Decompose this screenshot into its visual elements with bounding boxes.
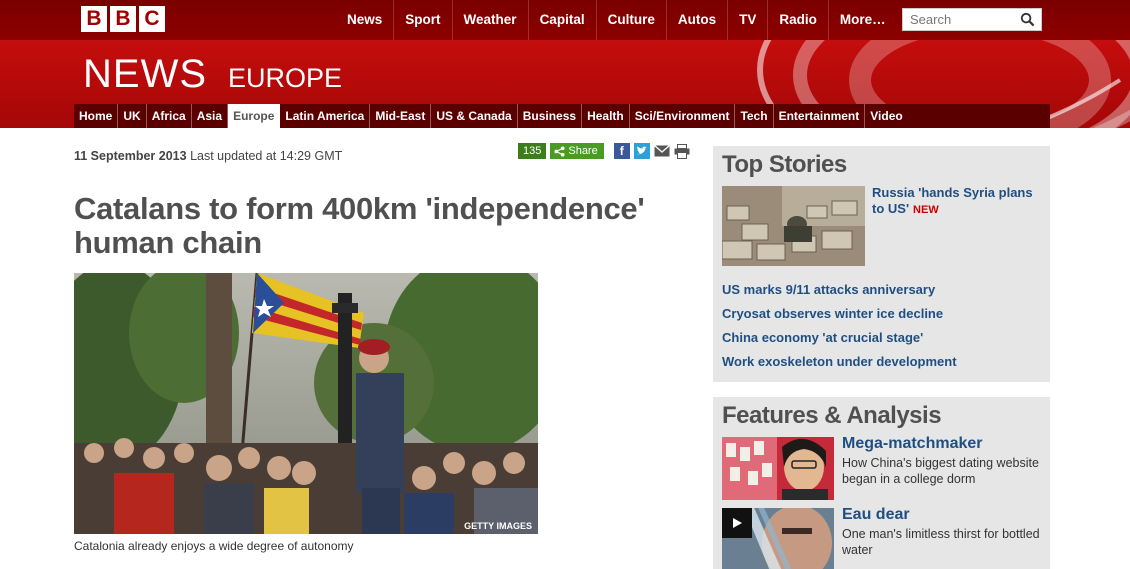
section-sci-environment[interactable]: Sci/Environment [630,104,736,128]
global-nav-culture[interactable]: Culture [595,0,666,40]
global-nav-autos[interactable]: Autos [665,0,727,40]
feature-thumbnail[interactable] [722,508,834,569]
twitter-icon[interactable] [633,143,650,159]
news-wordmark[interactable]: NEWS [83,52,207,97]
features-panel: Features & Analysis Mega-matchmaker How … [713,397,1050,569]
global-header: B B C News Sport Weather Capital Culture… [0,0,1130,40]
section-health[interactable]: Health [582,104,630,128]
email-icon[interactable] [653,143,670,159]
section-latin-america[interactable]: Latin America [280,104,371,128]
section-uk[interactable]: UK [118,104,147,128]
facebook-icon[interactable]: f [613,143,630,159]
bbc-logo[interactable]: B B C [81,6,165,32]
article-date: 11 September 2013 [74,149,187,163]
section-africa[interactable]: Africa [147,104,192,128]
section-video[interactable]: Video [865,104,907,128]
search-box [902,8,1042,31]
syria-ruins-photo [722,186,865,266]
new-badge: NEW [913,204,939,216]
share-label: Share [568,145,598,157]
top-story-lead-link[interactable]: Russia 'hands Syria plans to US' [872,185,1033,216]
logo-letter: C [139,6,165,32]
article-meta: 11 September 2013 Last updated at 14:29 … [74,149,342,163]
global-nav-more[interactable]: More… [827,0,897,40]
top-story-lead[interactable]: Russia 'hands Syria plans to US' NEW [872,185,1042,218]
region-title: EUROPE [228,63,343,93]
logo-letter: B [110,6,136,32]
feature-thumbnail[interactable] [722,437,834,500]
section-europe[interactable]: Europe [228,104,281,128]
top-stories-heading: Top Stories [722,151,847,178]
print-icon[interactable] [674,143,690,159]
feature-item[interactable]: Eau dear One man's limitless thirst for … [722,506,1042,569]
top-story-link[interactable]: China economy 'at crucial stage' [722,329,957,353]
image-credit: GETTY IMAGES [464,521,532,531]
top-story-link[interactable]: Cryosat observes winter ice decline [722,305,957,329]
global-nav-sport[interactable]: Sport [393,0,451,40]
search-icon[interactable] [1020,12,1035,27]
section-mid-east[interactable]: Mid-East [370,104,432,128]
section-asia[interactable]: Asia [192,104,229,128]
share-button[interactable]: Share [550,143,604,159]
section-us-canada[interactable]: US & Canada [431,104,518,128]
global-nav: News Sport Weather Capital Culture Autos… [336,0,897,40]
search-input[interactable] [903,9,1015,30]
section-nav: Home UK Africa Asia Europe Latin America… [74,104,1050,128]
photo-caption: Catalonia already enjoys a wide degree o… [74,539,354,553]
share-tools: 135 Share f [518,143,690,159]
play-icon [733,518,742,528]
logo-letter: B [81,6,107,32]
section-entertainment[interactable]: Entertainment [774,104,866,128]
feature-item[interactable]: Mega-matchmaker How China's biggest dati… [722,435,1042,500]
section-home[interactable]: Home [74,104,119,128]
global-nav-weather[interactable]: Weather [451,0,528,40]
article-updated: Last updated at 14:29 GMT [190,149,343,163]
top-stories-list: US marks 9/11 attacks anniversary Cryosa… [722,281,957,377]
feature-title[interactable]: Eau dear [842,506,1042,524]
play-video-button[interactable] [722,508,752,538]
top-story-thumbnail[interactable] [722,186,865,266]
global-nav-radio[interactable]: Radio [767,0,828,40]
top-stories-panel: Top Stories Russia 'hands Syria plans to… [713,146,1050,382]
article-photo: GETTY IMAGES [74,273,538,534]
top-story-link[interactable]: US marks 9/11 attacks anniversary [722,281,957,305]
feature-description: One man's limitless thirst for bottled w… [842,527,1040,557]
feature-text: Mega-matchmaker How China's biggest dati… [842,435,1042,500]
section-tech[interactable]: Tech [735,104,774,128]
global-nav-tv[interactable]: TV [727,0,767,40]
share-icon [554,145,565,157]
feature-description: How China's biggest dating website began… [842,456,1039,486]
top-story-link[interactable]: Work exoskeleton under development [722,353,957,377]
global-nav-news[interactable]: News [336,0,393,40]
article-headline: Catalans to form 400km 'independence' hu… [74,191,645,260]
section-business[interactable]: Business [518,104,583,128]
matchmaker-photo [722,437,834,500]
features-heading: Features & Analysis [722,402,942,429]
catalan-crowd-photo [74,273,538,534]
global-nav-capital[interactable]: Capital [527,0,596,40]
feature-text: Eau dear One man's limitless thirst for … [842,506,1042,569]
share-count: 135 [518,143,547,159]
feature-title[interactable]: Mega-matchmaker [842,435,1042,453]
